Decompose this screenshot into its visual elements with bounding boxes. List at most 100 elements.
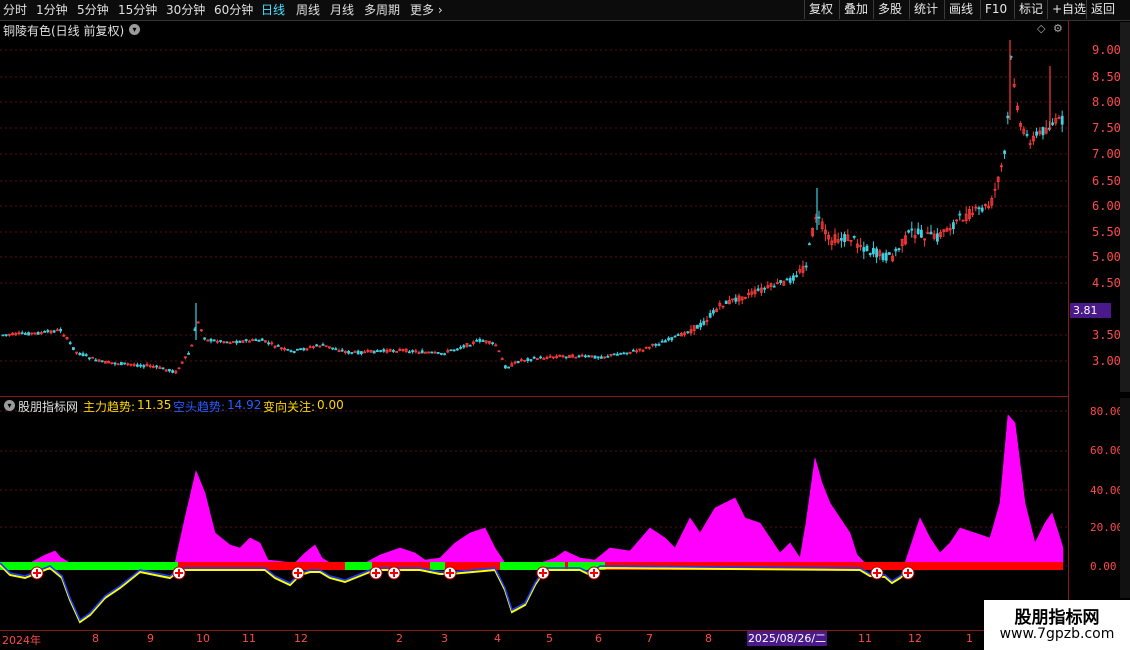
candle-body [712, 310, 715, 314]
time-label: 12 [294, 632, 308, 645]
candle-body [430, 351, 434, 354]
candle-body [1003, 150, 1006, 154]
candle-body [1051, 122, 1054, 125]
time-label: 3 [441, 632, 448, 645]
candle-body [161, 367, 165, 370]
candle-body [516, 360, 520, 364]
candle-body [865, 245, 869, 252]
candle-body [238, 340, 242, 343]
candle-body [670, 337, 674, 341]
candle-body [56, 329, 59, 332]
back-button[interactable]: 返回 [1086, 0, 1119, 19]
chart-canvas[interactable] [0, 0, 1068, 630]
candle-body [840, 238, 843, 241]
price-label: 5.50 [1092, 225, 1121, 239]
candle-body [334, 348, 338, 351]
candle-body [459, 346, 463, 349]
time-label: 8 [705, 632, 712, 645]
candle-body [958, 213, 962, 216]
candle-body [1041, 127, 1045, 136]
candle-body [779, 280, 782, 283]
price-label: 4.50 [1092, 276, 1121, 290]
indicator-histogram [0, 414, 1064, 564]
candle-body [72, 347, 75, 350]
candle-body [612, 353, 616, 356]
candle-body [795, 275, 798, 278]
candle-body [977, 207, 981, 210]
candle-body [491, 342, 495, 345]
candle-body [94, 359, 98, 362]
price-label: 6.50 [1092, 174, 1121, 188]
time-label: 7 [646, 632, 653, 645]
short-trend-label: 空头趋势: [173, 400, 226, 414]
candle-body [657, 343, 661, 346]
candle-body [1006, 115, 1010, 119]
candle-body [539, 356, 542, 359]
candle-body [167, 369, 171, 372]
candle-body [817, 216, 821, 219]
price-label: 8.00 [1092, 95, 1121, 109]
candle-body [68, 342, 72, 345]
time-label: 1 [966, 632, 973, 645]
candle-body [916, 228, 920, 234]
candle-body [587, 355, 590, 358]
indicator-axis-label: 60.00 [1090, 444, 1124, 457]
candle-body [708, 312, 712, 318]
candle-body [673, 335, 677, 338]
candle-body [203, 337, 207, 340]
candle-body [1060, 115, 1064, 125]
indicator-name: 股朋指标网 [18, 400, 79, 414]
candle-body [503, 365, 507, 369]
candle-body [532, 356, 536, 359]
candle-body [452, 349, 456, 352]
current-price-tag: 3.81 [1070, 303, 1111, 318]
candle-body [407, 351, 411, 354]
candle-body [699, 322, 702, 328]
candle-body [910, 228, 914, 231]
time-label: 4 [494, 632, 501, 645]
candle-body [142, 365, 146, 368]
time-label: 12 [908, 632, 922, 645]
candle-body [868, 253, 872, 256]
candle-body [59, 328, 62, 332]
change-value: 0.00 [317, 398, 344, 412]
candle-body [267, 342, 271, 345]
candle-body [391, 350, 395, 352]
candle-body [756, 288, 760, 291]
time-axis-line [0, 630, 1068, 631]
candle-body [462, 345, 466, 348]
candle-body [577, 355, 581, 358]
candle-body [289, 350, 293, 353]
watermark-url: www.7gpzb.com [999, 626, 1115, 642]
candle-body [27, 332, 31, 336]
candle-body [763, 287, 766, 290]
candle-body [449, 349, 453, 352]
candle-body [155, 365, 159, 368]
candle-body [872, 247, 875, 255]
candle-body [596, 356, 600, 359]
trend-bar-segment [905, 562, 1063, 570]
candle-body [113, 362, 117, 365]
candle-body [785, 278, 789, 281]
candle-body [667, 337, 670, 341]
time-label: 8 [92, 632, 99, 645]
candle-body [225, 341, 229, 344]
candle-body [436, 352, 440, 354]
candle-body [468, 344, 472, 347]
trend-bar-segment [430, 562, 445, 570]
candle-body [292, 350, 296, 353]
candle-body [852, 235, 856, 238]
candle-body [952, 222, 955, 230]
candle-body [420, 350, 424, 354]
candle-body [372, 350, 376, 354]
candle-body [724, 300, 728, 305]
candle-body [500, 358, 504, 360]
price-axis-line [1068, 20, 1069, 630]
candle-body [475, 339, 479, 342]
candle-body [980, 207, 984, 212]
chevron-down-icon[interactable]: ▾ [4, 400, 15, 411]
candle-body [660, 340, 664, 343]
indicator-axis-label: 20.00 [1090, 521, 1124, 534]
candle-body [881, 253, 885, 261]
candle-body [100, 360, 104, 363]
